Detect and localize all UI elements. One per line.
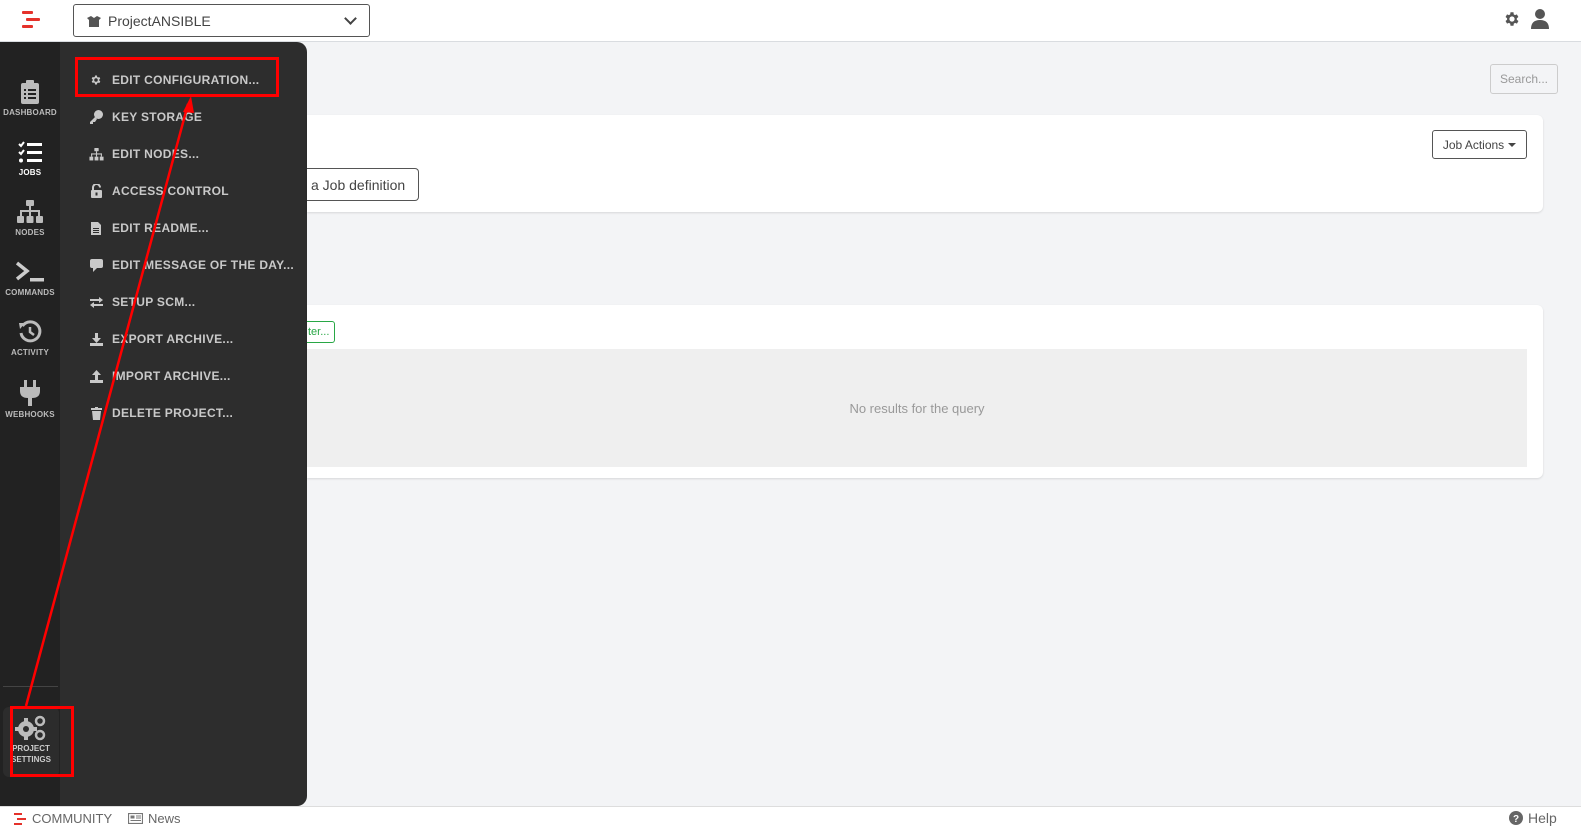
- news-link[interactable]: News: [128, 811, 181, 826]
- menu-edit-motd[interactable]: EDIT MESSAGE OF THE DAY...: [88, 255, 294, 275]
- comment-icon: [88, 258, 104, 272]
- nav-dashboard[interactable]: DASHBOARD: [0, 80, 60, 136]
- menu-label: EDIT README...: [112, 221, 209, 235]
- clipboard-icon: [21, 80, 39, 104]
- nav-divider: [3, 686, 58, 687]
- help-label: Help: [1528, 810, 1557, 826]
- menu-delete-project[interactable]: DELETE PROJECT...: [88, 403, 233, 423]
- unlock-icon: [88, 184, 104, 198]
- svg-text:?: ?: [1513, 814, 1519, 825]
- upload-icon: [88, 369, 104, 383]
- newspaper-icon: [128, 813, 143, 824]
- chevron-down-icon: [344, 12, 357, 25]
- nav-webhooks[interactable]: WEBHOOKS: [0, 380, 60, 436]
- project-settings-menu: EDIT CONFIGURATION... KEY STORAGE EDIT N…: [60, 42, 307, 806]
- terminal-icon: [15, 261, 44, 282]
- gear-icon: [88, 74, 104, 86]
- question-circle-icon: ?: [1509, 811, 1523, 825]
- exchange-icon: [88, 296, 104, 308]
- menu-edit-readme[interactable]: EDIT README...: [88, 218, 209, 238]
- nav-nodes[interactable]: NODES: [0, 200, 60, 256]
- menu-label: SETUP SCM...: [112, 295, 196, 309]
- caret-down-icon: [1508, 142, 1517, 147]
- top-bar: ProjectANSIBLE: [0, 0, 1581, 42]
- menu-edit-nodes[interactable]: EDIT NODES...: [88, 144, 199, 164]
- key-icon: [88, 110, 104, 124]
- activity-panel: ter... No results for the query: [307, 305, 1543, 478]
- menu-label: IMPORT ARCHIVE...: [112, 369, 231, 383]
- gears-icon: [15, 715, 46, 741]
- filter-button[interactable]: ter...: [307, 321, 335, 343]
- menu-key-storage[interactable]: KEY STORAGE: [88, 107, 202, 127]
- plug-icon: [20, 380, 40, 406]
- nav-commands[interactable]: COMMANDS: [0, 260, 60, 316]
- project-settings-button[interactable]: PROJECT SETTINGS: [3, 707, 59, 777]
- menu-label: DELETE PROJECT...: [112, 406, 234, 420]
- job-actions-dropdown[interactable]: Job Actions: [1432, 130, 1527, 159]
- download-icon: [88, 332, 104, 346]
- menu-import-archive[interactable]: IMPORT ARCHIVE...: [88, 366, 231, 386]
- sitemap-icon: [88, 147, 104, 161]
- menu-label: EDIT CONFIGURATION...: [112, 73, 260, 87]
- community-link[interactable]: COMMUNITY: [14, 811, 112, 826]
- menu-access-control[interactable]: ACCESS CONTROL: [88, 181, 229, 201]
- history-icon: [19, 320, 42, 343]
- search-input[interactable]: Search...: [1490, 64, 1558, 94]
- menu-edit-configuration[interactable]: EDIT CONFIGURATION...: [88, 70, 259, 90]
- user-icon[interactable]: [1531, 9, 1549, 34]
- nav-label: JOBS: [18, 168, 42, 177]
- file-icon: [88, 221, 104, 235]
- trash-icon: [88, 406, 104, 420]
- nav-label: NODES: [15, 228, 45, 237]
- community-label: COMMUNITY: [32, 811, 113, 826]
- nav-activity[interactable]: ACTIVITY: [0, 320, 60, 376]
- box-open-icon: [86, 15, 102, 27]
- rundeck-logo-icon: [14, 812, 26, 825]
- menu-label: ACCESS CONTROL: [112, 184, 229, 198]
- job-actions-label: Job Actions: [1442, 137, 1505, 152]
- jobs-panel: a Job definition Job Actions: [307, 115, 1543, 212]
- project-settings-label-1: PROJECT: [12, 744, 50, 753]
- menu-label: KEY STORAGE: [112, 110, 203, 124]
- create-job-button[interactable]: a Job definition: [307, 168, 419, 201]
- gear-icon[interactable]: [1503, 10, 1521, 33]
- nav-label: COMMANDS: [5, 288, 55, 297]
- left-nav: DASHBOARD JOBS NODES COMMANDS ACTIVITY W…: [0, 42, 60, 806]
- help-link[interactable]: ? Help: [1509, 810, 1557, 826]
- menu-label: EDIT MESSAGE OF THE DAY...: [112, 258, 295, 272]
- menu-export-archive[interactable]: EXPORT ARCHIVE...: [88, 329, 233, 349]
- tasks-icon: [18, 141, 42, 163]
- footer: COMMUNITY News ? Help: [0, 806, 1581, 830]
- no-results-message: No results for the query: [307, 349, 1527, 467]
- project-settings-label-2: SETTINGS: [10, 755, 51, 764]
- project-selector[interactable]: ProjectANSIBLE: [73, 4, 370, 37]
- menu-setup-scm[interactable]: SETUP SCM...: [88, 292, 195, 312]
- rundeck-logo[interactable]: [22, 10, 40, 30]
- menu-label: EDIT NODES...: [112, 147, 200, 161]
- sitemap-icon: [17, 200, 43, 223]
- nav-jobs[interactable]: JOBS: [0, 140, 60, 196]
- nav-label: DASHBOARD: [3, 108, 57, 117]
- news-label: News: [148, 811, 181, 826]
- menu-label: EXPORT ARCHIVE...: [112, 332, 234, 346]
- project-name: ProjectANSIBLE: [108, 12, 211, 29]
- nav-label: ACTIVITY: [10, 348, 50, 357]
- nav-label: WEBHOOKS: [5, 410, 55, 419]
